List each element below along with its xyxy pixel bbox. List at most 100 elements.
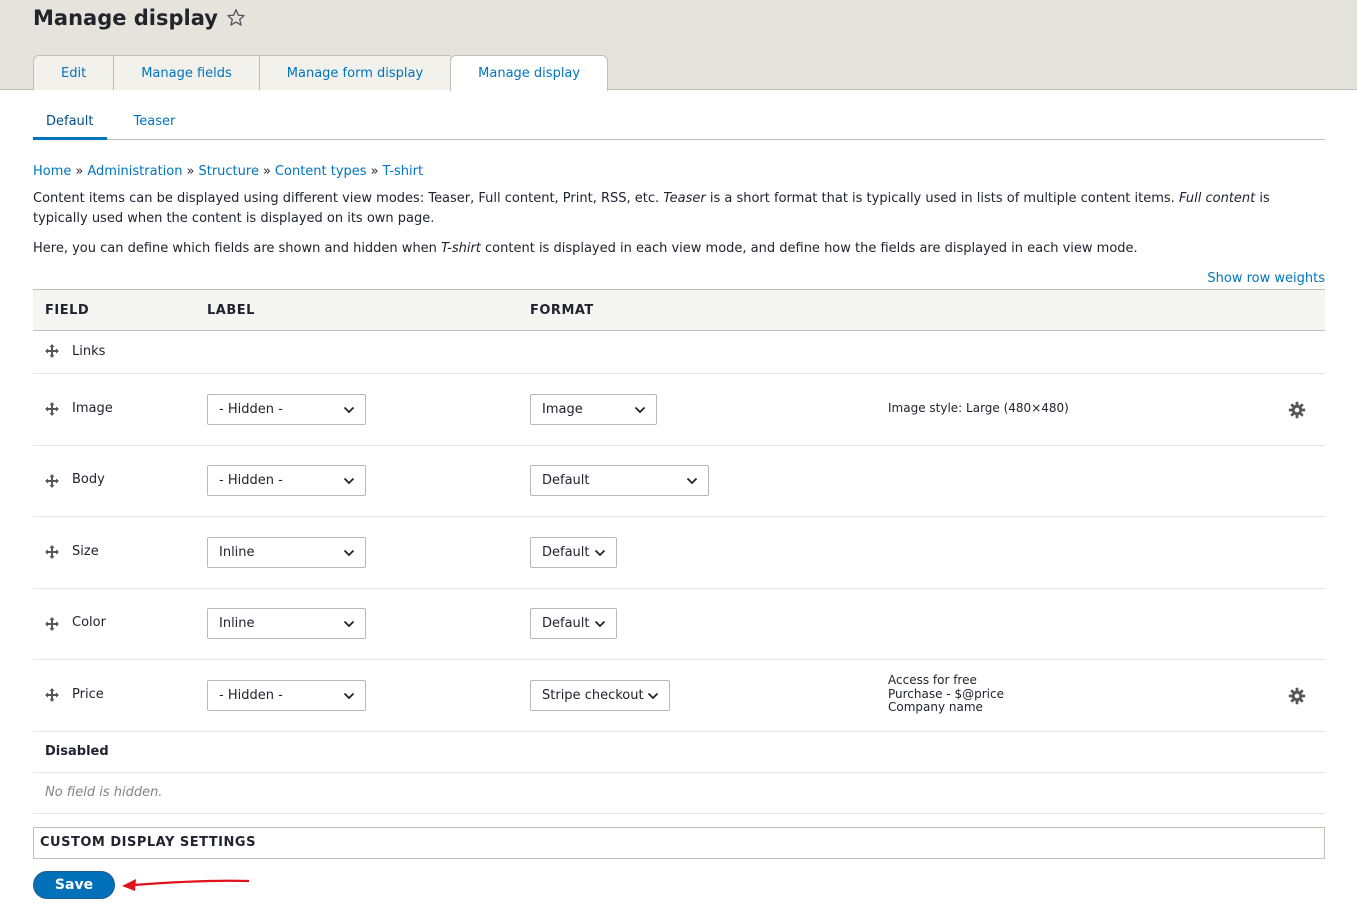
select-value: Default [542, 473, 590, 488]
help-text-emphasis: T-shirt [441, 241, 481, 256]
table-row-links: Links [33, 331, 1325, 374]
select-value: - Hidden - [219, 688, 283, 703]
custom-display-settings-details[interactable]: CUSTOM DISPLAY SETTINGS [33, 827, 1325, 859]
select-value: Inline [219, 545, 255, 560]
subtab-default[interactable]: Default [33, 108, 107, 140]
table-row-body: Body - Hidden - Default [33, 446, 1325, 517]
breadcrumb-separator: » [370, 164, 379, 179]
breadcrumb-administration[interactable]: Administration [87, 164, 182, 179]
label-select[interactable]: - Hidden - [207, 680, 366, 711]
drag-handle-icon[interactable] [45, 344, 59, 358]
star-icon[interactable] [226, 8, 246, 28]
table-row-color: Color Inline Default [33, 589, 1325, 660]
breadcrumb: Home» Administration» Structure» Content ty… [33, 164, 423, 179]
field-name: Price [72, 687, 104, 702]
label-select[interactable]: Inline [207, 537, 366, 568]
label-select[interactable]: - Hidden - [207, 465, 366, 496]
region-empty-row: No field is hidden. [33, 773, 1325, 814]
secondary-tabs: Default Teaser [33, 108, 1325, 140]
chevron-down-icon [594, 548, 606, 558]
help-text-view-modes: Content items can be displayed using dif… [33, 189, 1325, 229]
gear-icon[interactable] [1288, 687, 1306, 705]
show-row-weights-link[interactable]: Show row weights [1207, 271, 1325, 286]
region-title-disabled: Disabled [45, 744, 109, 759]
format-select[interactable]: Stripe checkout [530, 680, 670, 711]
chevron-down-icon [634, 405, 646, 415]
save-button[interactable]: Save [33, 871, 115, 899]
page-title-wrap: Manage display [33, 6, 246, 30]
breadcrumb-separator: » [75, 164, 84, 179]
select-value: Inline [219, 616, 255, 631]
format-select[interactable]: Default [530, 465, 709, 496]
chevron-down-icon [647, 691, 659, 701]
drag-handle-icon[interactable] [45, 402, 59, 416]
annotation-arrow [122, 879, 250, 891]
label-select[interactable]: Inline [207, 608, 366, 639]
breadcrumb-structure[interactable]: Structure [198, 164, 258, 179]
field-name: Image [72, 401, 113, 416]
subtab-label: Teaser [133, 114, 176, 129]
formatter-summary: Access for free Purchase - $@price Compa… [888, 673, 1004, 715]
page-title: Manage display [33, 6, 218, 30]
summary-line: Access for free [888, 673, 977, 687]
help-text-emphasis: Teaser [663, 191, 706, 206]
select-value: Stripe checkout [542, 688, 644, 703]
summary-line: Image style: Large (480×480) [888, 401, 1069, 415]
gear-icon[interactable] [1288, 401, 1306, 419]
region-empty-message: No field is hidden. [45, 785, 163, 800]
help-text-emphasis: Full content [1178, 191, 1256, 206]
page-header: Manage display Edit Manage fields Manage… [0, 0, 1357, 91]
drag-handle-icon[interactable] [45, 688, 59, 702]
breadcrumb-separator: » [262, 164, 271, 179]
tab-label: Manage form display [286, 65, 424, 81]
label-select[interactable]: - Hidden - [207, 394, 366, 425]
chevron-down-icon [343, 476, 355, 486]
breadcrumb-home[interactable]: Home [33, 164, 71, 179]
chevron-down-icon [594, 619, 606, 629]
format-select[interactable]: Default [530, 608, 617, 639]
drag-handle-icon[interactable] [45, 474, 59, 488]
column-header-field: FIELD [45, 303, 90, 318]
help-text-part: Here, you can define which fields are sh… [33, 241, 442, 256]
tab-manage-fields[interactable]: Manage fields [113, 55, 259, 90]
column-header-format: FORMAT [530, 303, 594, 318]
select-value: - Hidden - [219, 473, 283, 488]
summary-line: Purchase - $@price [888, 686, 1004, 701]
primary-tabs: Edit Manage fields Manage form display M… [33, 55, 609, 91]
select-value: Image [542, 402, 583, 417]
details-summary: CUSTOM DISPLAY SETTINGS [40, 835, 256, 850]
chevron-down-icon [343, 619, 355, 629]
field-name: Color [72, 615, 106, 630]
breadcrumb-separator: » [186, 164, 195, 179]
tab-edit[interactable]: Edit [33, 55, 114, 90]
breadcrumb-t-shirt[interactable]: T-shirt [383, 164, 424, 179]
tab-label: Edit [61, 65, 87, 81]
formatter-summary: Image style: Large (480×480) [888, 401, 1069, 416]
region-title-row: Disabled [33, 732, 1325, 773]
chevron-down-icon [343, 548, 355, 558]
column-header-label: LABEL [207, 303, 255, 318]
chevron-down-icon [343, 691, 355, 701]
subtab-teaser[interactable]: Teaser [121, 108, 189, 139]
format-select[interactable]: Image [530, 394, 657, 425]
summary-line: Company name [888, 700, 983, 714]
field-name: Body [72, 472, 105, 487]
subtab-label: Default [46, 114, 94, 129]
table-header: FIELD LABEL FORMAT [33, 289, 1325, 331]
select-value: Default [542, 616, 590, 631]
format-select[interactable]: Default [530, 537, 617, 568]
drag-handle-icon[interactable] [45, 617, 59, 631]
tab-manage-display[interactable]: Manage display [450, 55, 609, 91]
drag-handle-icon[interactable] [45, 545, 59, 559]
help-text-part: is a short format that is typically used… [705, 191, 1179, 206]
help-text-part: content is displayed in each view mode, … [480, 241, 1138, 256]
table-row-size: Size Inline Default [33, 517, 1325, 589]
tab-manage-form-display[interactable]: Manage form display [258, 55, 451, 90]
help-text-fields: Here, you can define which fields are sh… [33, 239, 1325, 259]
field-name: Size [72, 544, 99, 559]
tab-label: Manage fields [141, 65, 232, 81]
select-value: Default [542, 545, 590, 560]
chevron-down-icon [686, 476, 698, 486]
breadcrumb-content-types[interactable]: Content types [275, 164, 367, 179]
help-text-part: Content items can be displayed using dif… [33, 191, 664, 206]
